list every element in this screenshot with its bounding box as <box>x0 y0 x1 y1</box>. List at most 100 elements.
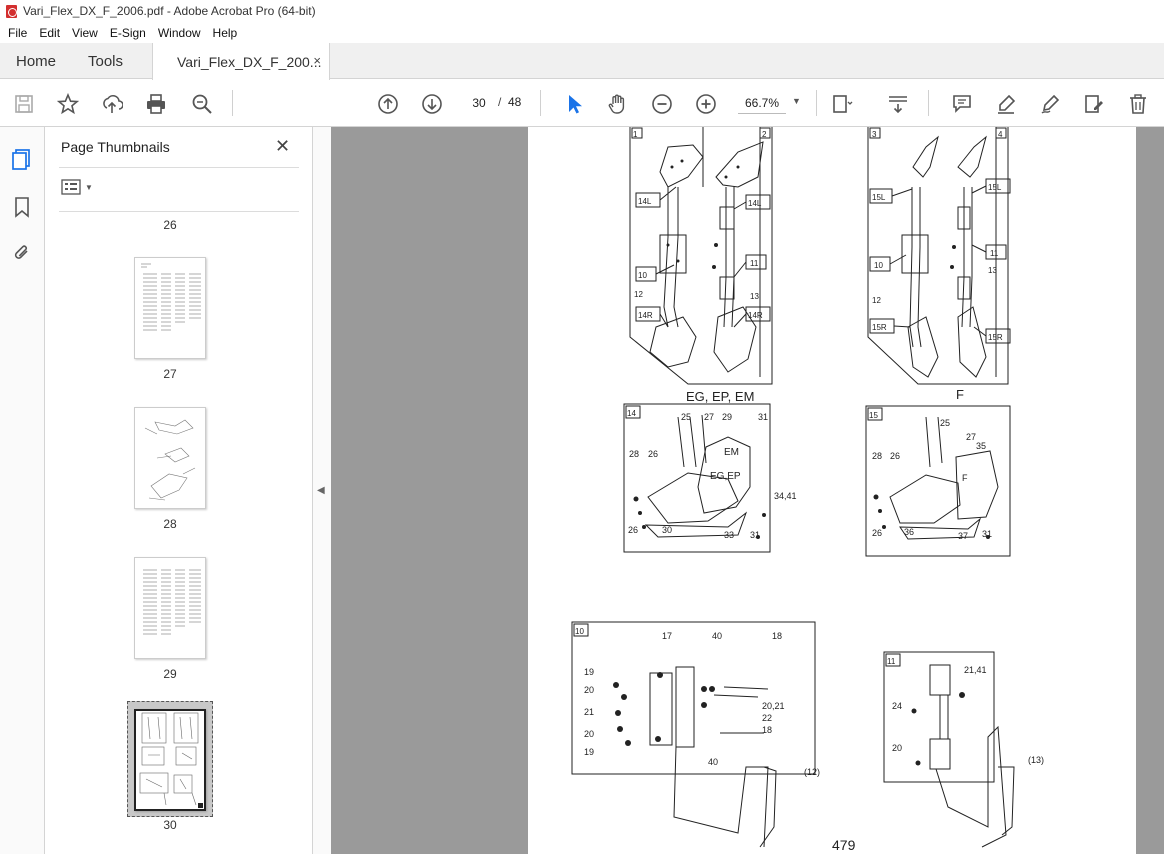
scroll-mode-icon[interactable] <box>886 92 910 116</box>
callout: 31 <box>982 529 992 539</box>
thumbnail-label: 27 <box>163 367 177 381</box>
callout: (13) <box>1028 755 1044 765</box>
toolbar-divider <box>540 90 541 116</box>
callout: 14L <box>638 197 652 206</box>
zoom-input[interactable] <box>738 92 786 114</box>
thumbnail-drawing-graphic <box>144 419 196 501</box>
thumbnail-label: 26 <box>163 218 177 232</box>
collapse-panel-icon[interactable]: ◀ <box>317 485 325 496</box>
callout: 10 <box>874 261 883 270</box>
page-fit-icon[interactable] <box>830 92 854 116</box>
thumbnails-panel: Page Thumbnails ✕ ▼ 26 27 28 29 30 <box>45 127 349 854</box>
callout: 26 <box>872 528 882 538</box>
menu-edit[interactable]: Edit <box>33 26 66 40</box>
next-page-icon[interactable] <box>420 92 444 116</box>
thumbnail-options-button[interactable]: ▼ <box>61 179 93 195</box>
callout: 21 <box>584 707 594 717</box>
zoom-dropdown-icon[interactable]: ▼ <box>792 96 801 106</box>
callout: F <box>962 473 968 483</box>
callout: EG,EP <box>710 471 741 482</box>
thumbnail-page-30[interactable] <box>134 709 206 811</box>
comment-icon[interactable] <box>950 92 974 116</box>
callout: 18 <box>772 631 782 641</box>
box-number: 15 <box>869 411 878 420</box>
callout: 33 <box>724 530 734 540</box>
save-icon[interactable] <box>12 92 36 116</box>
toolbar-divider <box>928 90 929 116</box>
box-number: 2 <box>762 130 767 139</box>
panel-close-icon[interactable]: ✕ <box>275 136 290 157</box>
thumbnail-page-27[interactable] <box>134 257 206 359</box>
zoom-search-icon[interactable] <box>190 92 214 116</box>
pdf-page: 1 2 3 4 14 15 10 11 14L 10 12 14R 14L 11… <box>528 127 1136 854</box>
callout: 20 <box>892 743 902 753</box>
menu-window[interactable]: Window <box>152 26 207 40</box>
callout: 27 <box>704 412 714 422</box>
tab-bar: Home Tools Vari_Flex_DX_F_200... × <box>0 43 1164 80</box>
callout: 25 <box>681 412 691 422</box>
attachment-icon[interactable] <box>10 241 34 265</box>
callout: 28 <box>629 449 639 459</box>
page-thumbnails-icon[interactable] <box>10 147 34 171</box>
delete-icon[interactable] <box>1126 92 1150 116</box>
acrobat-icon <box>6 4 17 18</box>
tab-close-icon[interactable]: × <box>313 53 321 68</box>
thumbnail-label: 28 <box>163 517 177 531</box>
zoom-in-icon[interactable] <box>694 92 718 116</box>
callout: 11 <box>990 249 999 258</box>
bookmark-star-icon[interactable] <box>56 92 80 116</box>
callout: 15L <box>872 193 886 202</box>
panel-collapse-strip[interactable]: ◀ <box>313 127 331 854</box>
thumbnail-page-28[interactable] <box>134 407 206 509</box>
tab-document-label: Vari_Flex_DX_F_200... <box>177 53 322 70</box>
callout: 36 <box>904 527 914 537</box>
page-number-input[interactable] <box>465 92 493 114</box>
callout: 34,41 <box>774 491 797 501</box>
callout: 20 <box>584 729 594 739</box>
menu-help[interactable]: Help <box>207 26 244 40</box>
printed-page-number: 479 <box>832 837 856 853</box>
callout: 26 <box>648 449 658 459</box>
callout: 28 <box>872 451 882 461</box>
tab-home[interactable]: Home <box>16 43 56 79</box>
print-icon[interactable] <box>144 92 168 116</box>
sign-icon[interactable] <box>1038 92 1062 116</box>
thumbnail-drawing-graphic <box>139 712 203 808</box>
callout: 13 <box>750 292 759 301</box>
share-upload-icon[interactable] <box>100 92 124 116</box>
callout: 31 <box>758 412 768 422</box>
bookmark-icon[interactable] <box>10 195 34 219</box>
thumbnail-page-29[interactable] <box>134 557 206 659</box>
box-number: 4 <box>998 130 1003 139</box>
callout: 40 <box>708 757 718 767</box>
callout: 37 <box>958 531 968 541</box>
callout: 22 <box>762 713 772 723</box>
callout: 14R <box>638 311 653 320</box>
callout: 24 <box>892 701 902 711</box>
tab-document[interactable]: Vari_Flex_DX_F_200... × <box>152 43 330 80</box>
toolbar-divider <box>816 90 817 116</box>
menu-esign[interactable]: E-Sign <box>104 26 152 40</box>
prev-page-icon[interactable] <box>376 92 400 116</box>
callout: EM <box>724 447 739 458</box>
zoom-out-icon[interactable] <box>650 92 674 116</box>
callout: 30 <box>662 525 672 535</box>
thumbnail-table-graphic <box>143 569 201 635</box>
menu-view[interactable]: View <box>66 26 104 40</box>
thumbnail-label: 30 <box>163 818 177 832</box>
menu-file[interactable]: File <box>2 26 33 40</box>
page-separator: / <box>498 95 502 109</box>
highlight-icon[interactable] <box>994 92 1018 116</box>
callout: 20 <box>584 685 594 695</box>
section-label-f: F <box>956 387 964 402</box>
tab-tools[interactable]: Tools <box>88 43 123 79</box>
toolbar: / 48 ▼ <box>0 80 1164 127</box>
edit-pdf-icon[interactable] <box>1082 92 1106 116</box>
select-cursor-icon[interactable] <box>562 92 586 116</box>
callout: 25 <box>940 418 950 428</box>
callout: 15L <box>988 183 1002 192</box>
callout: 40 <box>712 631 722 641</box>
options-caret-icon: ▼ <box>85 182 93 192</box>
document-viewer[interactable]: 1 2 3 4 14 15 10 11 14L 10 12 14R 14L 11… <box>331 127 1164 854</box>
hand-icon[interactable] <box>606 92 630 116</box>
